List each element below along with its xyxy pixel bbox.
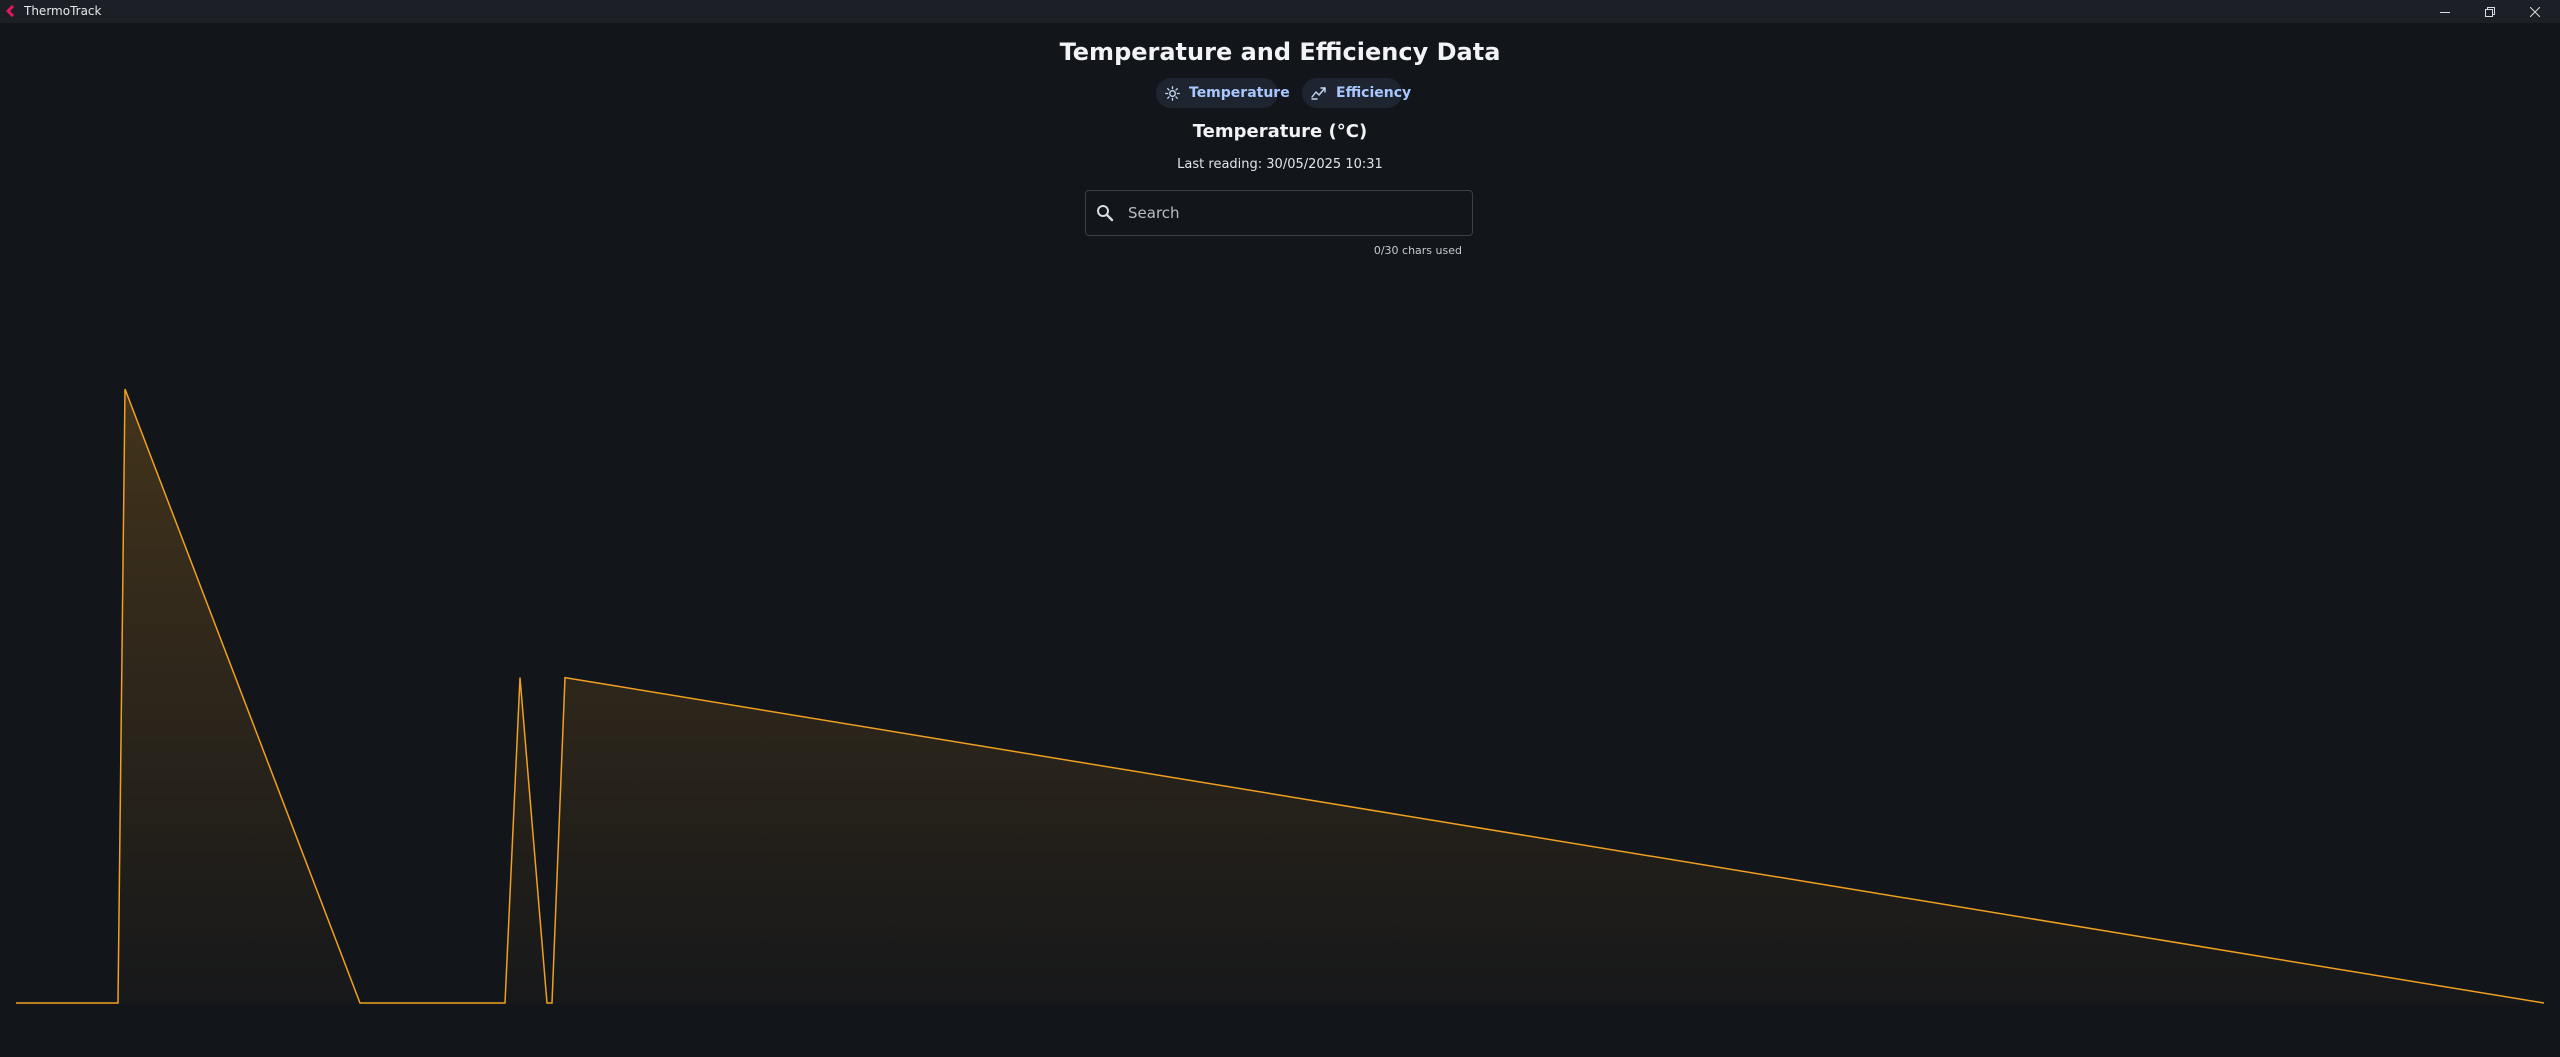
series-line: [16, 388, 2545, 1004]
app-logo-icon: [6, 5, 14, 17]
trend-icon: [1311, 86, 1327, 100]
tab-temperature[interactable]: Temperature: [1156, 78, 1290, 108]
tab-efficiency-label: Efficiency: [1336, 85, 1412, 101]
minimize-button[interactable]: [2422, 0, 2467, 23]
search-icon: [1097, 205, 1114, 222]
minimize-icon: [2439, 11, 2450, 13]
restore-button[interactable]: [2467, 0, 2512, 23]
close-icon: [2529, 6, 2540, 17]
window-title: ThermoTrack: [24, 4, 102, 18]
close-button[interactable]: [2512, 0, 2557, 23]
tab-efficiency[interactable]: Efficiency: [1302, 78, 1411, 108]
search-field[interactable]: [1085, 190, 1473, 236]
series-area: [16, 389, 2544, 1003]
sun-icon: [1165, 85, 1180, 101]
search-input[interactable]: [1128, 202, 1458, 224]
restore-icon: [2484, 6, 2495, 17]
tab-temperature-label: Temperature: [1189, 85, 1290, 101]
last-reading-text: Last reading: 30/05/2025 10:31: [1177, 157, 1383, 172]
title-bar: ThermoTrack: [0, 0, 2560, 23]
chart-subtitle: Temperature (°C): [1192, 121, 1368, 142]
page-title: Temperature and Efficiency Data: [1059, 38, 1501, 66]
char-count-text: 0/30 chars used: [1373, 244, 1462, 257]
